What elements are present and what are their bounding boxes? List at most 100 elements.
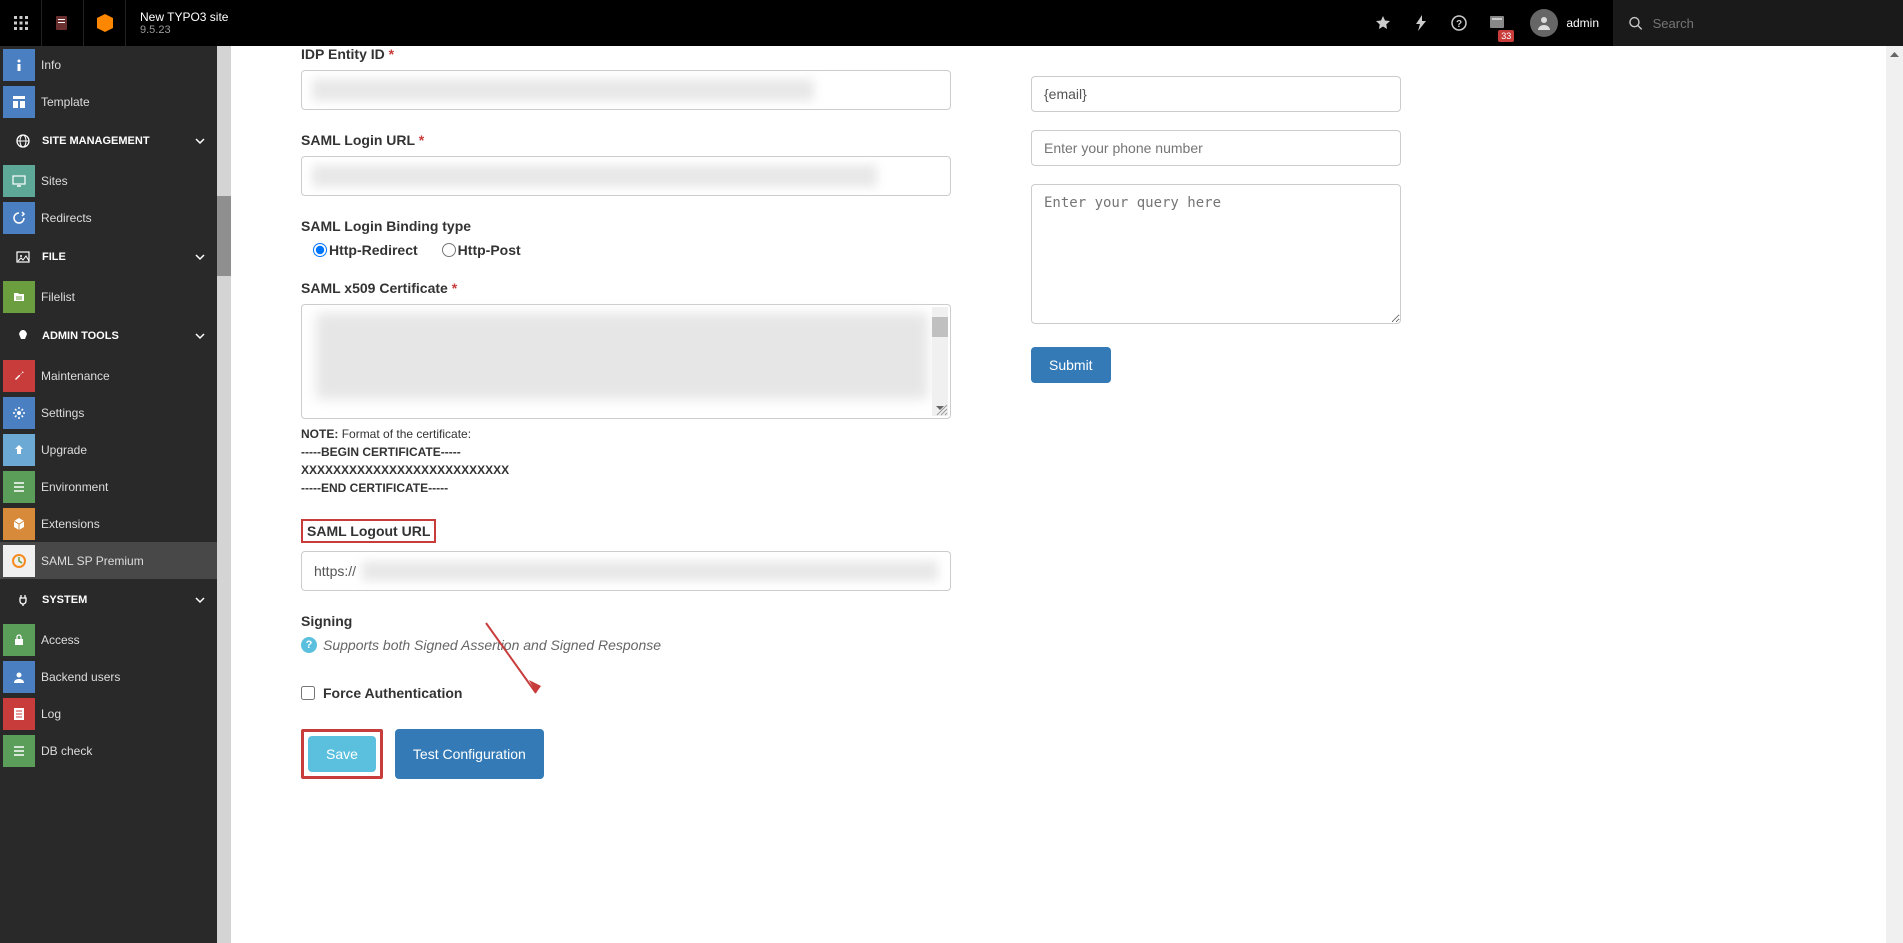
- search-input[interactable]: [1653, 16, 1887, 31]
- sidebar-label: Log: [37, 707, 61, 721]
- sidebar-item-maintenance[interactable]: Maintenance: [0, 357, 217, 394]
- contact-query-textarea[interactable]: [1031, 184, 1401, 324]
- user-menu[interactable]: admin: [1516, 9, 1613, 37]
- logout-url-label-highlight: SAML Logout URL: [301, 519, 436, 543]
- bookmark-dropdown[interactable]: [42, 0, 84, 46]
- sidebar-label: Upgrade: [37, 443, 87, 457]
- topbar-right: ? 33 admin: [1364, 0, 1903, 46]
- box-icon: [12, 517, 26, 531]
- notifications-button[interactable]: 33: [1478, 0, 1516, 46]
- sidebar-label: DB check: [37, 744, 92, 758]
- binding-http-post[interactable]: Http-Post: [442, 242, 521, 258]
- sidebar-header-system[interactable]: SYSTEM: [0, 579, 217, 621]
- search-section[interactable]: [1613, 0, 1903, 46]
- saml-icon: [11, 553, 27, 569]
- sidebar-header-label: SITE MANAGEMENT: [38, 135, 150, 147]
- sidebar-item-upgrade[interactable]: Upgrade: [0, 431, 217, 468]
- sidebar-item-template[interactable]: Template: [0, 83, 217, 120]
- radio-http-redirect[interactable]: [313, 243, 327, 257]
- sidebar-header-label: FILE: [38, 251, 66, 263]
- sidebar-item-access[interactable]: Access: [0, 621, 217, 658]
- user-icon: [12, 670, 26, 684]
- help-icon: ?: [301, 637, 317, 653]
- test-configuration-button[interactable]: Test Configuration: [395, 729, 544, 779]
- cert-scrollbar[interactable]: [932, 307, 948, 416]
- contact-email-input[interactable]: [1031, 76, 1401, 112]
- apps-grid-button[interactable]: [0, 0, 42, 46]
- sidebar-header-site-management[interactable]: SITE MANAGEMENT: [0, 120, 217, 162]
- sidebar-label: Sites: [37, 174, 68, 188]
- star-button[interactable]: [1364, 0, 1402, 46]
- bolt-button[interactable]: [1402, 0, 1440, 46]
- saml-login-url-input[interactable]: [301, 156, 951, 196]
- force-auth-checkbox[interactable]: [301, 686, 315, 700]
- grid-icon: [14, 16, 28, 30]
- help-button[interactable]: ?: [1440, 0, 1478, 46]
- topbar: New TYPO3 site 9.5.23 ? 33 admin: [0, 0, 1903, 46]
- chevron-down-icon: [195, 136, 205, 146]
- bolt-icon: [1414, 15, 1428, 31]
- globe-icon: [16, 134, 30, 148]
- resize-handle-icon[interactable]: [936, 404, 948, 416]
- sidebar-item-redirects[interactable]: Redirects: [0, 199, 217, 236]
- saml-form: IDP Entity ID * SAML Login URL * SAML Lo…: [301, 46, 951, 923]
- avatar: [1530, 9, 1558, 37]
- chevron-down-icon: [195, 331, 205, 341]
- saml-login-url-label: SAML Login URL *: [301, 132, 951, 148]
- sidebar-item-filelist[interactable]: Filelist: [0, 278, 217, 315]
- binding-http-redirect[interactable]: Http-Redirect: [313, 242, 418, 258]
- sidebar-item-info[interactable]: Info: [0, 46, 217, 83]
- sidebar-item-backend-users[interactable]: Backend users: [0, 658, 217, 695]
- sidebar-item-db-check[interactable]: DB check: [0, 732, 217, 769]
- filelist-icon: [12, 290, 26, 304]
- monitor-icon: [12, 174, 26, 188]
- sidebar-header-admin-tools[interactable]: ADMIN TOOLS: [0, 315, 217, 357]
- sidebar-item-log[interactable]: Log: [0, 695, 217, 732]
- signing-label: Signing: [301, 613, 951, 629]
- save-button[interactable]: Save: [308, 736, 376, 772]
- chevron-down-icon: [195, 252, 205, 262]
- sidebar-item-extensions[interactable]: Extensions: [0, 505, 217, 542]
- logout-url-label: SAML Logout URL: [307, 523, 430, 539]
- save-button-highlight: Save: [301, 729, 383, 779]
- sidebar-scrollbar[interactable]: [217, 46, 231, 943]
- signing-help: ? Supports both Signed Assertion and Sig…: [301, 637, 951, 653]
- main-scrollbar[interactable]: [1886, 46, 1903, 943]
- chevron-down-icon: [195, 595, 205, 605]
- button-row: Save Test Configuration: [301, 729, 951, 779]
- list-icon: [12, 480, 26, 494]
- site-info: New TYPO3 site 9.5.23: [126, 10, 242, 36]
- sidebar-header-file[interactable]: FILE: [0, 236, 217, 278]
- force-auth-row[interactable]: Force Authentication: [301, 685, 951, 701]
- rocket-icon: [16, 329, 30, 343]
- sidebar-item-environment[interactable]: Environment: [0, 468, 217, 505]
- sidebar-label: Access: [37, 633, 80, 647]
- logout-url-input[interactable]: https://: [301, 551, 951, 591]
- sidebar-item-saml-sp-premium[interactable]: SAML SP Premium: [0, 542, 217, 579]
- radio-http-post[interactable]: [442, 243, 456, 257]
- star-icon: [1375, 15, 1391, 31]
- sidebar-label: Maintenance: [37, 369, 110, 383]
- username: admin: [1566, 16, 1599, 30]
- sidebar: Info Template SITE MANAGEMENT Sites Redi…: [0, 46, 217, 943]
- logout-url-prefix: https://: [314, 563, 356, 579]
- typo3-logo[interactable]: [84, 0, 126, 46]
- submit-button[interactable]: Submit: [1031, 347, 1111, 383]
- info-icon: [12, 58, 26, 72]
- typo3-logo-icon: [94, 12, 116, 34]
- contact-phone-input[interactable]: [1031, 130, 1401, 166]
- user-icon: [1536, 15, 1552, 31]
- wrench-icon: [12, 369, 26, 383]
- image-icon: [16, 250, 30, 264]
- notification-icon: [1490, 16, 1504, 30]
- cert-scrollbar-thumb[interactable]: [932, 317, 948, 337]
- sidebar-item-sites[interactable]: Sites: [0, 162, 217, 199]
- svg-text:?: ?: [1456, 19, 1462, 30]
- sidebar-item-settings[interactable]: Settings: [0, 394, 217, 431]
- cert-textarea[interactable]: [301, 304, 951, 419]
- sidebar-label: Extensions: [37, 517, 100, 531]
- scrollbar-thumb[interactable]: [217, 196, 231, 276]
- redirect-icon: [12, 211, 26, 225]
- idp-entity-id-input[interactable]: [301, 70, 951, 110]
- sidebar-label: Environment: [37, 480, 108, 494]
